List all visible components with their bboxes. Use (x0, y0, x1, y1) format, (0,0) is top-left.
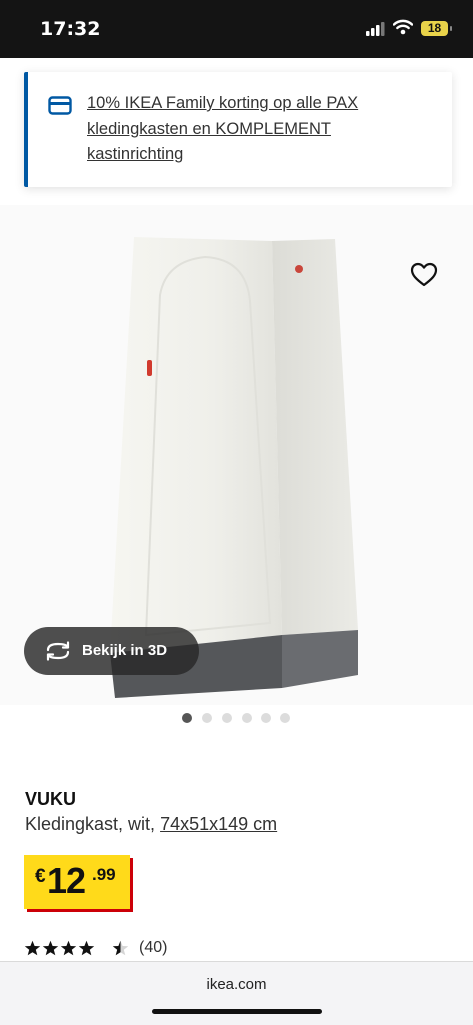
pagination-dot-2[interactable] (202, 713, 212, 723)
rating-count: (40) (139, 939, 168, 956)
cellular-signal-icon (366, 22, 385, 36)
favorite-heart-icon[interactable] (410, 262, 438, 288)
price-integer: 12 (47, 860, 86, 901)
promo-link[interactable]: 10% IKEA Family korting op alle PAX kled… (87, 91, 407, 168)
pagination-dot-1[interactable] (182, 713, 192, 723)
view-in-3d-label: Bekijk in 3D (82, 642, 168, 659)
battery-icon: 18 (421, 21, 452, 36)
browser-url-bar[interactable]: ikea.com (0, 961, 473, 1025)
price-decimal: .99 (92, 865, 116, 884)
product-name: VUKU (25, 789, 77, 809)
view-in-3d-button[interactable]: Bekijk in 3D (24, 627, 199, 675)
home-indicator (152, 1009, 322, 1014)
price-currency: € (35, 866, 46, 887)
product-description: Kledingkast, wit, 74x51x149 cm (25, 814, 277, 835)
price-tag: € 12 .99 (24, 855, 130, 909)
pagination-dot-4[interactable] (242, 713, 252, 723)
pagination-dot-5[interactable] (261, 713, 271, 723)
product-type: Kledingkast, wit, (25, 814, 156, 834)
credit-card-icon (48, 96, 72, 115)
pagination-dot-3[interactable] (222, 713, 232, 723)
product-dimensions-link[interactable]: 74x51x149 cm (160, 814, 277, 834)
rating-stars-icon (24, 940, 128, 956)
wifi-icon (393, 19, 413, 35)
status-bar: 17:32 18 (0, 0, 473, 58)
pagination-dot-6[interactable] (280, 713, 290, 723)
url-text[interactable]: ikea.com (0, 976, 473, 993)
status-time: 17:32 (40, 18, 101, 40)
rotate-3d-icon (46, 641, 70, 661)
family-promo-banner[interactable]: 10% IKEA Family korting op alle PAX kled… (24, 72, 452, 187)
